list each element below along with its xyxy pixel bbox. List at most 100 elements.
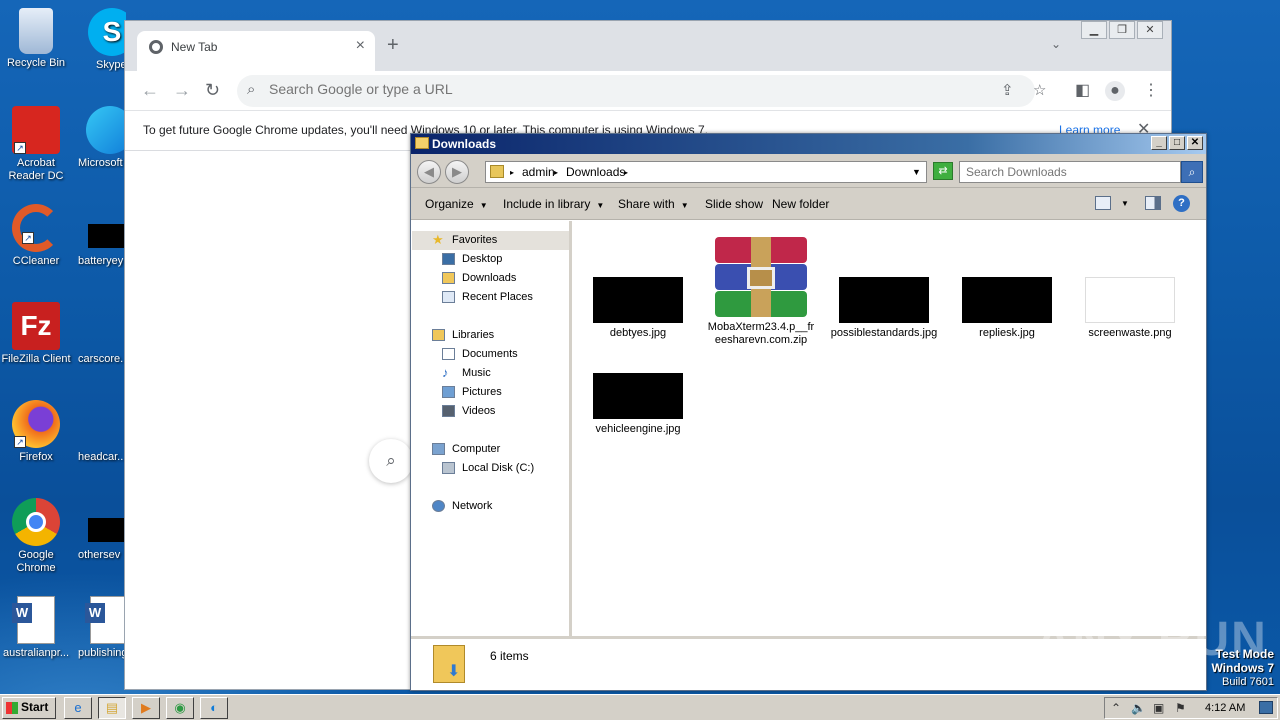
bookmark-star-icon[interactable]: ☆ [1033, 81, 1046, 99]
help-icon[interactable]: ? [1173, 195, 1190, 212]
search-button[interactable]: ⌕ [1181, 161, 1203, 183]
side-panel-icon[interactable]: ◧ [1075, 80, 1090, 100]
search-box[interactable] [959, 161, 1181, 183]
file-item[interactable]: screenwaste.png [1075, 277, 1185, 340]
taskbar-edge-icon[interactable]: ◐ [200, 697, 228, 719]
nav-music[interactable]: ♪ Music [412, 364, 569, 383]
desktop-icon-label: batteryey [78, 255, 124, 267]
test-mode-notice: Test Mode Windows 7 Build 7601 [1211, 647, 1274, 689]
desktop-icon-firefox[interactable]: ↗ Firefox [0, 400, 72, 464]
desktop-icon-label: Acrobat Reader DC [8, 157, 64, 182]
show-desktop-icon[interactable] [1259, 701, 1273, 714]
file-item[interactable]: vehicleengine.jpg [583, 373, 693, 436]
nav-pictures[interactable]: Pictures [412, 383, 569, 402]
tab-new-tab[interactable]: New Tab × [137, 31, 375, 71]
desktop-icon-recycle-bin[interactable]: Recycle Bin [0, 8, 72, 70]
desktop-icon-filezilla[interactable]: Fz FileZilla Client [0, 302, 72, 366]
back-button[interactable]: ◀ [417, 160, 441, 184]
file-item[interactable]: repliesk.jpg [952, 277, 1062, 340]
forward-button[interactable]: ▶ [445, 160, 469, 184]
maximize-button[interactable]: □ [1169, 136, 1185, 150]
preview-pane-icon[interactable] [1145, 196, 1161, 210]
network-tray-icon[interactable]: ▣ [1153, 701, 1164, 715]
omnibox-input[interactable] [269, 81, 869, 97]
nav-desktop[interactable]: Desktop [412, 250, 569, 269]
view-dropdown-icon[interactable]: ▼ [1121, 199, 1129, 208]
new-tab-button[interactable]: + [387, 34, 399, 57]
tab-search-chevron-icon[interactable]: ⌄ [1051, 37, 1061, 51]
desktop-icon-headcar[interactable]: headcar... [78, 400, 126, 464]
address-dropdown-icon[interactable]: ▼ [912, 167, 921, 177]
action-center-flag-icon[interactable]: ⚑ [1175, 701, 1186, 715]
breadcrumb-chevron-icon[interactable]: ▸ [510, 168, 514, 177]
explorer-body: ★ Favorites Desktop Downloads Recent Pla… [411, 221, 1206, 636]
file-item[interactable]: MobaXterm23.4.p__freesharevn.com.zip [706, 237, 816, 347]
nav-label: Downloads [462, 272, 517, 284]
desktop-icon-skype[interactable]: S Skype [78, 8, 126, 72]
desktop-icon-batteryey[interactable]: batteryey [78, 204, 126, 268]
clock[interactable]: 4:12 AM [1205, 702, 1245, 714]
back-arrow-icon[interactable]: ← [141, 80, 159, 101]
taskbar-ie-icon[interactable]: e [64, 697, 92, 719]
address-bar[interactable]: ▸ admin ▸ Downloads ▸ ▼ [485, 161, 927, 183]
file-item[interactable]: debtyes.jpg [583, 277, 693, 340]
desktop-icon-label: headcar... [78, 451, 126, 463]
folder-icon [415, 137, 429, 149]
minimize-button[interactable]: _ [1151, 136, 1167, 150]
include-in-library-button[interactable]: Include in library ▼ [503, 197, 604, 211]
reload-icon[interactable]: ↻ [205, 80, 220, 101]
slide-show-button[interactable]: Slide show [705, 197, 763, 211]
taskbar-media-player-icon[interactable]: ▶ [132, 697, 160, 719]
search-input[interactable] [960, 162, 1150, 182]
close-button[interactable]: ✕ [1137, 21, 1163, 39]
new-folder-button[interactable]: New folder [772, 197, 829, 211]
breadcrumb-chevron-icon[interactable]: ▸ [624, 168, 628, 177]
menu-kebab-icon[interactable]: ⋮ [1143, 80, 1159, 100]
desktop-icon-ccleaner[interactable]: ↗ CCleaner [0, 204, 72, 268]
nav-downloads[interactable]: Downloads [412, 269, 569, 288]
share-with-button[interactable]: Share with ▼ [618, 197, 689, 211]
close-button[interactable]: ✕ [1187, 136, 1203, 150]
share-icon[interactable]: ⇪ [1001, 81, 1014, 99]
desktop-icon-chrome[interactable]: Google Chrome [0, 498, 72, 575]
volume-icon[interactable]: 🔈 [1131, 701, 1146, 715]
desktop-icon-edge[interactable]: Microsoft [78, 106, 126, 170]
desktop-icon-acrobat[interactable]: ↗ Acrobat Reader DC [0, 106, 72, 183]
omnibox[interactable]: ⌕ ⇪ ☆ [237, 75, 1046, 107]
ntp-search-button[interactable]: ⌕ [369, 439, 413, 483]
nav-videos[interactable]: Videos [412, 402, 569, 421]
nav-favorites[interactable]: ★ Favorites [412, 231, 569, 250]
breadcrumb-admin[interactable]: admin [522, 165, 555, 179]
desktop-icon-australianpr[interactable]: W australianpr... [0, 596, 72, 660]
taskbar-chrome-icon[interactable]: ◉ [166, 697, 194, 719]
close-tab-icon[interactable]: × [356, 37, 365, 55]
nav-documents[interactable]: Documents [412, 345, 569, 364]
nav-network[interactable]: Network [412, 497, 569, 516]
computer-icon [432, 443, 445, 455]
nav-computer[interactable]: Computer [412, 440, 569, 459]
nav-label: Local Disk (C:) [462, 462, 535, 474]
profile-avatar-icon[interactable]: ● [1105, 81, 1125, 101]
refresh-button[interactable]: ⇄ [933, 162, 953, 180]
nav-recent-places[interactable]: Recent Places [412, 288, 569, 307]
nav-label: Favorites [452, 234, 498, 246]
show-hidden-icons-icon[interactable]: ⌃ [1111, 701, 1121, 715]
nav-local-disk[interactable]: Local Disk (C:) [412, 459, 569, 478]
desktop-icon-carscore[interactable]: carscore... [78, 302, 126, 366]
breadcrumb-downloads[interactable]: Downloads [566, 165, 625, 179]
forward-arrow-icon[interactable]: → [173, 80, 191, 101]
chrome-window-controls: ▁ ❐ ✕ [1079, 21, 1163, 39]
restore-button[interactable]: ❐ [1109, 21, 1135, 39]
folder-icon [490, 165, 504, 178]
organize-button[interactable]: Organize ▼ [425, 197, 488, 211]
minimize-button[interactable]: ▁ [1081, 21, 1107, 39]
black-thumb-icon [88, 224, 126, 248]
desktop-icon-publishing[interactable]: W publishing [78, 596, 126, 660]
nav-libraries[interactable]: Libraries [412, 326, 569, 345]
start-button[interactable]: Start [2, 697, 56, 719]
breadcrumb-chevron-icon[interactable]: ▸ [554, 168, 558, 177]
change-view-icon[interactable] [1095, 196, 1111, 210]
file-item[interactable]: possiblestandards.jpg [829, 277, 939, 340]
desktop-icon-othersev[interactable]: othersev [78, 498, 126, 562]
taskbar-explorer-icon[interactable]: ▤ [98, 697, 126, 719]
